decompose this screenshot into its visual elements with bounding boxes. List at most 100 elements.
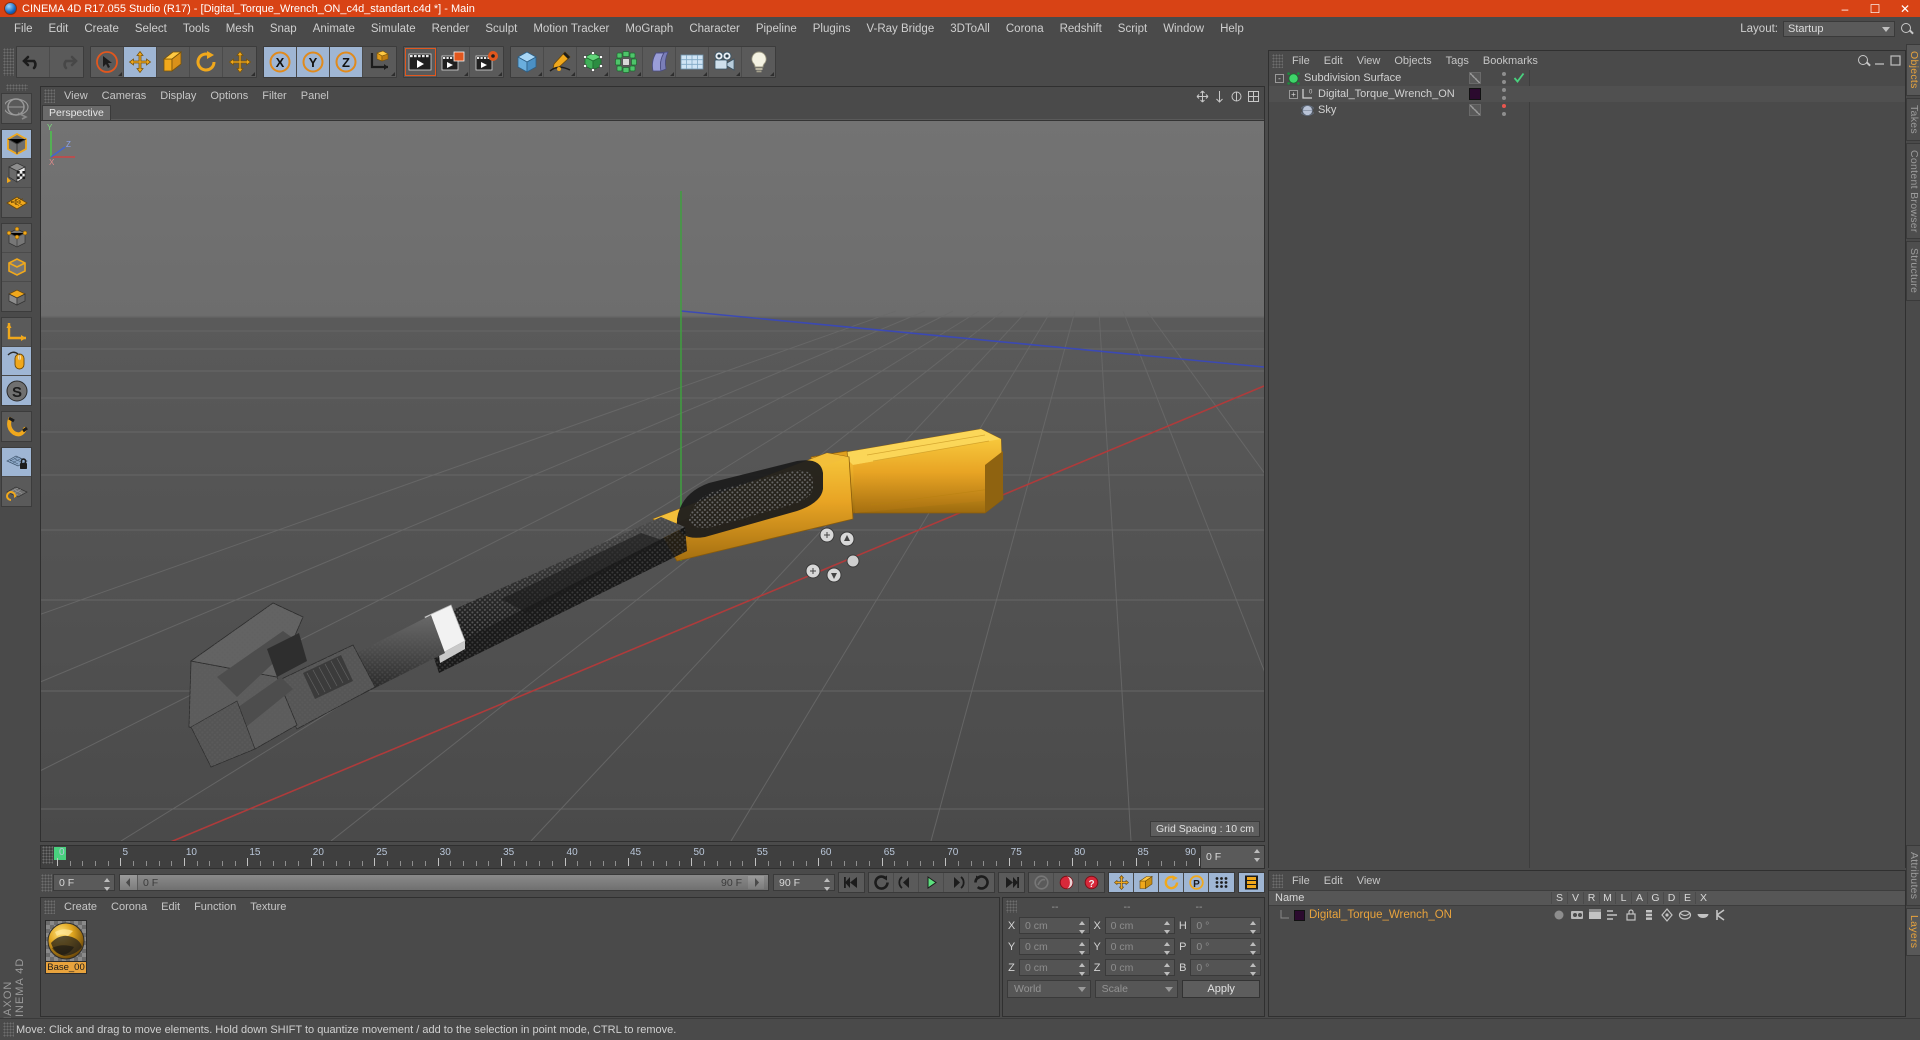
mograph-button[interactable] bbox=[610, 46, 643, 77]
play-forward-button[interactable] bbox=[919, 873, 944, 892]
status-bar-grip[interactable] bbox=[3, 1022, 14, 1037]
rotate-tool-button[interactable] bbox=[190, 46, 223, 77]
layer-column-L[interactable]: L bbox=[1615, 892, 1631, 904]
object-menu-bookmarks[interactable]: Bookmarks bbox=[1476, 54, 1545, 68]
spinner-icon[interactable] bbox=[1164, 942, 1171, 955]
world-axis-button[interactable] bbox=[2, 318, 31, 347]
minimize-panel-icon[interactable] bbox=[1874, 55, 1885, 66]
menu-item-help[interactable]: Help bbox=[1212, 20, 1252, 38]
autokeying-button[interactable]: ? bbox=[1079, 873, 1104, 892]
layer-row[interactable]: Digital_Torque_Wrench_ON bbox=[1269, 906, 1905, 924]
menu-item-file[interactable]: File bbox=[6, 20, 41, 38]
layer-manager-grip[interactable] bbox=[1272, 873, 1283, 888]
layer-column-M[interactable]: M bbox=[1599, 892, 1615, 904]
viewport-menu-options[interactable]: Options bbox=[203, 89, 255, 103]
timeline-strip-button[interactable] bbox=[1239, 873, 1264, 892]
enabled-check-icon[interactable] bbox=[1513, 72, 1525, 84]
coordinate-system-button[interactable] bbox=[363, 47, 396, 77]
goto-end-button[interactable] bbox=[999, 873, 1024, 892]
visibility-editor-dot[interactable] bbox=[1501, 72, 1506, 76]
goto-start-button[interactable] bbox=[839, 873, 864, 892]
minimize-button[interactable]: – bbox=[1830, 0, 1860, 17]
light-button[interactable] bbox=[742, 47, 775, 77]
key-parameter-button[interactable]: P bbox=[1184, 873, 1209, 892]
layer-column-V[interactable]: V bbox=[1567, 892, 1583, 904]
axis-y-button[interactable]: Y bbox=[297, 46, 330, 77]
tab-perspective[interactable]: Perspective bbox=[42, 105, 111, 120]
object-row[interactable]: - Subdivision Surface bbox=[1269, 70, 1905, 86]
cube-primitive-button[interactable] bbox=[511, 46, 544, 77]
rotate-view-icon[interactable] bbox=[1230, 90, 1243, 103]
layer-column-D[interactable]: D bbox=[1663, 892, 1679, 904]
snap-magnet-button[interactable] bbox=[2, 412, 31, 441]
material-menu-corona[interactable]: Corona bbox=[104, 900, 154, 914]
spinner-icon[interactable] bbox=[1250, 963, 1257, 976]
search-icon[interactable] bbox=[1857, 54, 1869, 66]
material-tag-icon[interactable] bbox=[1469, 104, 1481, 116]
layer-menu-view[interactable]: View bbox=[1350, 874, 1388, 888]
visible-icon[interactable] bbox=[1569, 908, 1585, 922]
visibility-editor-dot[interactable] bbox=[1501, 104, 1506, 108]
viewport-menu-filter[interactable]: Filter bbox=[255, 89, 293, 103]
search-icon[interactable] bbox=[1900, 22, 1914, 36]
key-scale-button[interactable] bbox=[1134, 873, 1159, 892]
axis-z-button[interactable]: Z bbox=[330, 46, 363, 77]
menu-item-plugins[interactable]: Plugins bbox=[805, 20, 859, 38]
right-tab-structure[interactable]: Structure bbox=[1906, 241, 1920, 301]
material-manager-grip[interactable] bbox=[44, 900, 55, 914]
menu-item-mograph[interactable]: MoGraph bbox=[617, 20, 681, 38]
menu-item-simulate[interactable]: Simulate bbox=[363, 20, 424, 38]
nurbs-button[interactable] bbox=[577, 46, 610, 77]
edge-mode-button[interactable] bbox=[2, 253, 31, 282]
coord-position-field[interactable]: 0 cm bbox=[1019, 959, 1090, 976]
expander-icon[interactable]: + bbox=[1289, 89, 1298, 99]
scale-tool-button[interactable] bbox=[157, 46, 190, 77]
object-manager-grip[interactable] bbox=[1272, 53, 1283, 68]
coord-size-field[interactable]: 0 cm bbox=[1104, 917, 1176, 934]
coord-size-field[interactable]: 0 cm bbox=[1104, 959, 1176, 976]
coordinate-mode-dropdown[interactable]: Scale bbox=[1094, 980, 1179, 998]
object-tree[interactable]: - Subdivision Surface +0 Digital_Torque_Wre… bbox=[1269, 70, 1905, 868]
coordinate-system-dropdown[interactable]: World bbox=[1007, 980, 1091, 998]
render-picture-viewer-button[interactable] bbox=[437, 46, 470, 77]
layer-color-swatch[interactable] bbox=[1294, 909, 1305, 921]
spinner-icon[interactable] bbox=[1250, 921, 1257, 934]
viewport-menu-cameras[interactable]: Cameras bbox=[95, 89, 154, 103]
layer-column-G[interactable]: G bbox=[1647, 892, 1663, 904]
menu-item-tools[interactable]: Tools bbox=[175, 20, 218, 38]
material-tag-icon[interactable] bbox=[1469, 72, 1481, 84]
manager-icon[interactable] bbox=[1605, 908, 1621, 922]
viewport-grip[interactable] bbox=[44, 89, 55, 103]
object-menu-tags[interactable]: Tags bbox=[1439, 54, 1476, 68]
floor-environment-button[interactable] bbox=[676, 46, 709, 77]
layer-column-R[interactable]: R bbox=[1583, 892, 1599, 904]
camera-button[interactable] bbox=[709, 46, 742, 77]
menu-item-pipeline[interactable]: Pipeline bbox=[748, 20, 805, 38]
solo-icon[interactable] bbox=[1551, 908, 1567, 922]
viewport-3d-scene[interactable]: Y Z X Grid Spacing : 10 cm bbox=[41, 121, 1264, 841]
viewport-menu-panel[interactable]: Panel bbox=[294, 89, 336, 103]
select-tool-button[interactable] bbox=[91, 46, 124, 77]
menu-item-snap[interactable]: Snap bbox=[262, 20, 305, 38]
deformer-button[interactable] bbox=[643, 46, 676, 77]
move-tool-button[interactable] bbox=[124, 46, 157, 77]
autokey-link-button[interactable] bbox=[1029, 873, 1054, 892]
maximize-panel-icon[interactable] bbox=[1890, 54, 1901, 66]
timeline-grip[interactable] bbox=[42, 846, 53, 864]
viewport-solo-button[interactable] bbox=[2, 347, 31, 376]
undo-view-button[interactable] bbox=[2, 94, 31, 123]
spinner-icon[interactable] bbox=[1254, 849, 1261, 862]
spline-pen-button[interactable] bbox=[544, 46, 577, 77]
record-active-button[interactable] bbox=[1054, 873, 1079, 892]
viewport-menu-display[interactable]: Display bbox=[153, 89, 203, 103]
visibility-editor-dot[interactable] bbox=[1501, 88, 1506, 92]
pan-view-icon[interactable] bbox=[1196, 90, 1209, 103]
material-name[interactable]: Base_00 bbox=[45, 962, 87, 974]
object-menu-file[interactable]: File bbox=[1285, 54, 1317, 68]
layer-menu-file[interactable]: File bbox=[1285, 874, 1317, 888]
next-frame-button[interactable] bbox=[944, 873, 969, 892]
menu-item-edit[interactable]: Edit bbox=[41, 20, 77, 38]
material-tag-icon[interactable] bbox=[1469, 88, 1481, 100]
render-icon[interactable] bbox=[1587, 908, 1603, 922]
expression-icon[interactable] bbox=[1695, 908, 1711, 922]
